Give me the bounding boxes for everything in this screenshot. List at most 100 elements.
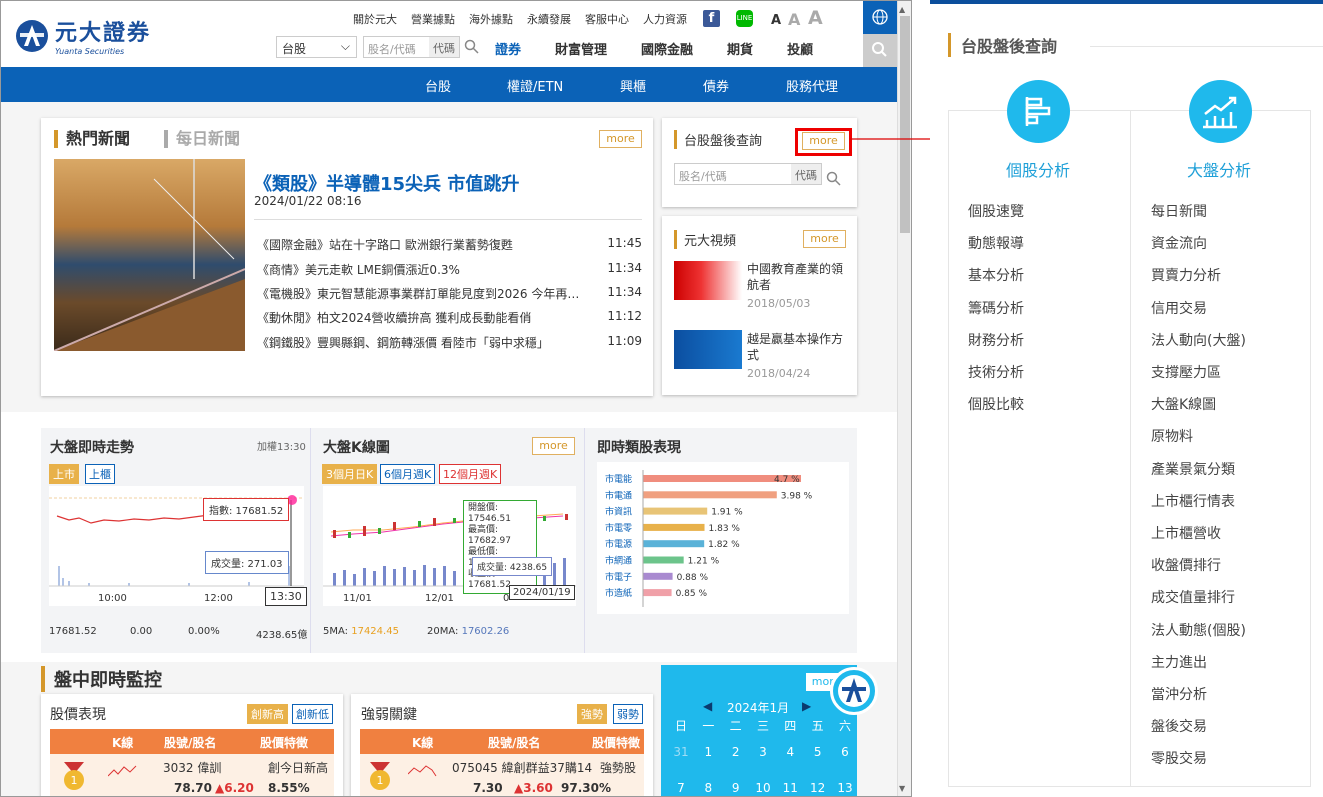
- menu-item[interactable]: 大盤K線圖: [1151, 394, 1216, 414]
- table-row[interactable]: 1 075045 緯創群益37購14 強勢股 7.30 ▲3.60 97.30%: [360, 754, 644, 796]
- tab-otc[interactable]: 上櫃: [85, 464, 115, 484]
- calendar-day[interactable]: 13: [835, 781, 855, 795]
- chatbot-button[interactable]: [830, 667, 878, 715]
- video-thumbnail[interactable]: [674, 330, 742, 369]
- sector-bar[interactable]: [643, 572, 673, 580]
- col2-title[interactable]: 大盤分析: [1187, 157, 1251, 181]
- tab-daily-news[interactable]: 每日新聞: [164, 130, 240, 148]
- top-link[interactable]: 營業據點: [411, 11, 455, 27]
- tab-new-high[interactable]: 創新高: [247, 704, 288, 724]
- subnav-bond[interactable]: 債券: [703, 76, 729, 95]
- video-more-button[interactable]: more: [803, 230, 846, 248]
- subnav-stock-agent[interactable]: 股務代理: [786, 76, 838, 95]
- stock-name[interactable]: 3032 偉訓: [163, 759, 221, 776]
- search-icon[interactable]: [826, 171, 842, 187]
- calendar-day[interactable]: 10: [753, 781, 773, 795]
- calendar-day[interactable]: 31: [671, 745, 691, 759]
- news-more-button[interactable]: more: [599, 130, 642, 148]
- subnav-tw-stock[interactable]: 台股: [425, 76, 451, 95]
- sector-chart[interactable]: 市電能 4.7 % 市電通 3.98 % 市資訊 1.91 % 市電零 1.83 % 市電源 1.…: [597, 462, 849, 614]
- news-item[interactable]: 《國際金融》站在十字路口 歐洲銀行業蓄勢復甦 11:45: [257, 236, 642, 253]
- tab-strong[interactable]: 強勢: [577, 704, 607, 724]
- sector-bar[interactable]: [643, 540, 705, 548]
- news-item[interactable]: 《鋼鐵股》豐興縣鋼、鋼筋轉漲價 看陸市「弱中求穩」 11:09: [257, 334, 642, 351]
- sector-bar[interactable]: [643, 523, 705, 531]
- menu-item[interactable]: 支撐壓力區: [1151, 362, 1221, 382]
- col1-title[interactable]: 個股分析: [1006, 157, 1070, 181]
- news-item[interactable]: 《商情》美元走軟 LME銅價漲近0.3% 11:34: [257, 261, 642, 278]
- logo[interactable]: 元大證券 Yuanta Securities: [15, 15, 151, 56]
- news-item[interactable]: 《電機股》東元智慧能源事業群訂單能見度到2026 今年再… 11:34: [257, 285, 642, 302]
- menu-item[interactable]: 當沖分析: [1151, 684, 1207, 704]
- facebook-icon[interactable]: f: [703, 10, 720, 27]
- top-link[interactable]: 關於元大: [353, 11, 397, 27]
- sector-bar[interactable]: [643, 491, 777, 499]
- calendar-day[interactable]: 4: [780, 745, 800, 759]
- after-hours-more-button[interactable]: more: [802, 132, 845, 150]
- video-item-title[interactable]: 中國教育產業的領航者: [747, 261, 847, 293]
- calendar-day[interactable]: 5: [808, 745, 828, 759]
- sector-category-label[interactable]: 市電零: [605, 522, 632, 534]
- market-select[interactable]: 台股 ⌵: [276, 36, 357, 58]
- menu-item[interactable]: 零股交易: [1151, 748, 1207, 768]
- sector-category-label[interactable]: 市電源: [605, 538, 632, 550]
- scrollbar[interactable]: ▲ ▼: [897, 1, 911, 796]
- headline-link[interactable]: 《類股》半導體15尖兵 市值跳升: [254, 170, 519, 196]
- menu-item[interactable]: 信用交易: [1151, 298, 1207, 318]
- menu-item[interactable]: 盤後交易: [1151, 716, 1207, 736]
- calendar-day[interactable]: 8: [698, 781, 718, 795]
- top-link[interactable]: 永續發展: [527, 11, 571, 27]
- tab-new-low[interactable]: 創新低: [292, 704, 333, 724]
- sector-bar[interactable]: [643, 507, 708, 515]
- menu-item[interactable]: 上市櫃營收: [1151, 523, 1221, 543]
- menu-item[interactable]: 主力進出: [1151, 652, 1207, 672]
- news-item-title[interactable]: 《商情》美元走軟 LME銅價漲近0.3%: [257, 261, 460, 278]
- calendar-day[interactable]: 12: [808, 781, 828, 795]
- font-medium-button[interactable]: A: [788, 10, 800, 29]
- calendar-prev-icon[interactable]: ◀: [703, 699, 712, 713]
- menu-item[interactable]: 資金流向: [1151, 233, 1207, 253]
- tab-12m[interactable]: 12個月週K: [439, 464, 502, 484]
- top-link[interactable]: 客服中心: [585, 11, 629, 27]
- menu-item[interactable]: 動態報導: [968, 233, 1024, 253]
- calendar-day[interactable]: 6: [835, 745, 855, 759]
- line-icon[interactable]: LINE: [736, 10, 753, 27]
- tab-listed[interactable]: 上市: [49, 464, 79, 484]
- nav-wealth[interactable]: 財富管理: [555, 39, 607, 58]
- stock-name[interactable]: 075045 緯創群益37購14: [452, 759, 592, 776]
- market-analysis-icon[interactable]: [1189, 80, 1252, 143]
- table-row[interactable]: 1 3032 偉訓 創今日新高 78.70 ▲6.20 8.55%: [50, 754, 334, 796]
- video-thumbnail[interactable]: [674, 261, 742, 300]
- video-item-title[interactable]: 越是贏基本操作方式: [747, 331, 847, 363]
- globe-button[interactable]: [863, 1, 897, 34]
- tab-6m[interactable]: 6個月週K: [380, 464, 436, 484]
- calendar-day[interactable]: 1: [698, 745, 718, 759]
- calendar-next-icon[interactable]: ▶: [802, 699, 811, 713]
- scroll-down-icon[interactable]: ▼: [899, 784, 905, 793]
- menu-item[interactable]: 買賣力分析: [1151, 265, 1221, 285]
- menu-item[interactable]: 每日新聞: [1151, 201, 1207, 221]
- menu-item[interactable]: 個股速覽: [968, 201, 1024, 221]
- tab-weak[interactable]: 弱勢: [613, 704, 643, 724]
- sector-category-label[interactable]: 市網通: [605, 555, 632, 567]
- sector-category-label[interactable]: 市電通: [605, 489, 632, 501]
- sector-category-label[interactable]: 市電子: [605, 571, 632, 583]
- sector-category-label[interactable]: 市造紙: [605, 587, 632, 599]
- sector-category-label[interactable]: 市資訊: [605, 506, 632, 518]
- news-item-title[interactable]: 《動休閒》柏文2024營收續拚高 獲利成長動能看俏: [257, 309, 531, 326]
- calendar-day[interactable]: 2: [726, 745, 746, 759]
- nav-advisory[interactable]: 投顧: [787, 39, 813, 58]
- tab-hot-news[interactable]: 熱門新聞: [54, 130, 130, 148]
- calendar-day[interactable]: 3: [753, 745, 773, 759]
- font-large-button[interactable]: A: [808, 7, 823, 29]
- menu-item[interactable]: 法人動向(大盤): [1151, 330, 1246, 350]
- menu-item[interactable]: 個股比較: [968, 394, 1024, 414]
- subnav-emerging[interactable]: 興櫃: [620, 76, 646, 95]
- menu-item[interactable]: 法人動態(個股): [1151, 620, 1246, 640]
- menu-item[interactable]: 上市櫃行情表: [1151, 491, 1235, 511]
- menu-item[interactable]: 產業景氣分類: [1151, 459, 1235, 479]
- news-item[interactable]: 《動休閒》柏文2024營收續拚高 獲利成長動能看俏 11:12: [257, 309, 642, 326]
- news-item-title[interactable]: 《鋼鐵股》豐興縣鋼、鋼筋轉漲價 看陸市「弱中求穩」: [257, 334, 549, 351]
- top-link[interactable]: 海外據點: [469, 11, 513, 27]
- menu-item[interactable]: 技術分析: [968, 362, 1024, 382]
